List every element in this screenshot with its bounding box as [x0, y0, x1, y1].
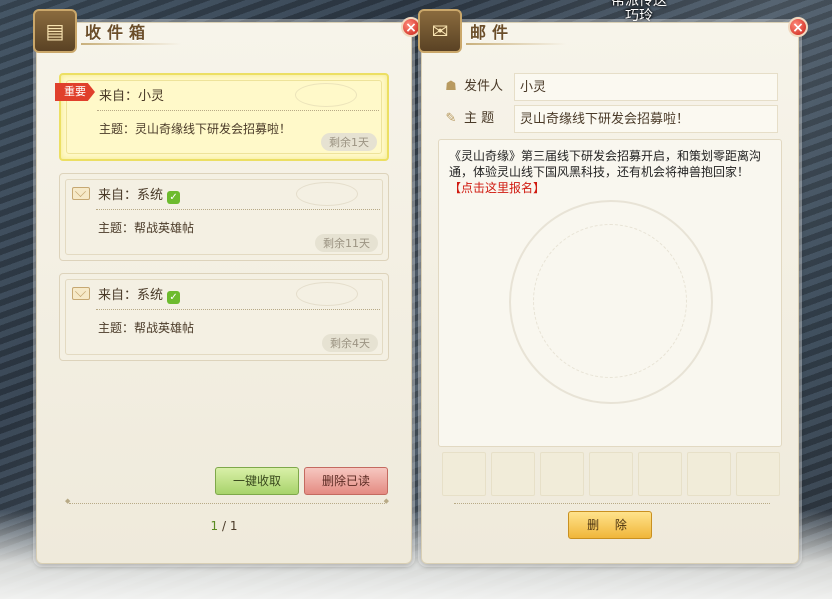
- collect-all-button[interactable]: 一键收取: [215, 467, 299, 495]
- sender-name: 系统: [137, 188, 164, 203]
- mail-panel: ✉ 邮件 × ☗ 发件人 小灵 ✎ 主 题 灵山奇缘线下研发会招募啦！ 《灵山奇缘》…: [418, 9, 808, 564]
- attachment-slot[interactable]: [736, 452, 780, 496]
- mail-title: 邮件: [470, 23, 515, 42]
- inbox-emblem-icon: ▤: [33, 9, 77, 53]
- page-current: 1: [210, 519, 219, 533]
- close-icon: ×: [792, 20, 804, 36]
- subject-field: ✎ 主 题 灵山奇缘线下研发会招募啦！: [444, 105, 778, 133]
- attachment-slot[interactable]: [540, 452, 584, 496]
- from-label: 来自：: [98, 188, 138, 203]
- mail-tab-header: ✉ 邮件: [418, 9, 568, 55]
- remaining-days: 剩余1天: [321, 133, 377, 151]
- mail-subject: 主题：帮战英雄帖: [98, 221, 195, 235]
- verified-check-icon: ✓: [167, 291, 181, 304]
- delete-mail-button[interactable]: 删 除: [568, 511, 652, 539]
- mail-from: 来自：系统 ✓: [98, 284, 181, 304]
- npc-name-banner: 帮派传送 巧玲: [596, 0, 682, 24]
- attachment-slot[interactable]: [638, 452, 682, 496]
- mail-list: 重要 来自：小灵 主题：灵山奇缘线下研发会招募啦！ 剩余1天 来自：系统 ✓ 主题…: [55, 73, 389, 373]
- remaining-days: 剩余11天: [315, 234, 378, 252]
- from-label: 来自：: [98, 288, 138, 303]
- subject-label-text: 主 题: [464, 111, 495, 126]
- pagination: 1 / 1: [37, 519, 411, 533]
- subject-value: 灵山奇缘线下研发会招募啦！: [514, 105, 778, 133]
- dotted-divider: [97, 110, 379, 111]
- page-separator: /: [218, 519, 230, 533]
- mail-body: 《灵山奇缘》第三届线下研发会招募开启，和策划零距离沟通，体验灵山线下国风黑科技，…: [438, 139, 782, 447]
- important-badge: 重要: [55, 83, 95, 101]
- remaining-days: 剩余4天: [322, 334, 378, 352]
- sender-label-text: 发件人: [464, 79, 504, 94]
- close-icon: ×: [405, 20, 417, 36]
- mail-close-button[interactable]: ×: [788, 17, 808, 37]
- page-total: 1: [229, 519, 238, 533]
- signup-link[interactable]: 【点击这里报名】: [449, 181, 545, 195]
- mail-from: 来自：小灵: [99, 85, 164, 104]
- mail-subject: 主题：灵山奇缘线下研发会招募啦！: [99, 122, 292, 136]
- delete-read-button[interactable]: 删除已读: [304, 467, 388, 495]
- mail-body-text: 《灵山奇缘》第三届线下研发会招募开启，和策划零距离沟通，体验灵山线下国风黑科技，…: [449, 148, 767, 196]
- mail-list-item[interactable]: 重要 来自：小灵 主题：灵山奇缘线下研发会招募啦！ 剩余1天: [55, 73, 389, 161]
- brush-icon: ✎: [445, 111, 457, 126]
- attachment-slot[interactable]: [442, 452, 486, 496]
- scroll-emblem-icon: ✉: [418, 9, 462, 53]
- sender-name: 系统: [137, 288, 164, 303]
- mail-from: 来自：系统 ✓: [98, 184, 181, 204]
- footer-divider: [454, 503, 770, 504]
- tab-underline: [466, 43, 566, 45]
- mail-subject: 主题：帮战英雄帖: [98, 321, 195, 335]
- body-text: 《灵山奇缘》第三届线下研发会招募开启，和策划零距离沟通，体验灵山线下国风黑科技，…: [449, 149, 762, 179]
- inbox-panel: ▤ 收件箱 × 重要 来自：小灵 主题：灵山奇缘线下研发会招募啦！ 剩余1天 来…: [33, 9, 421, 564]
- decorative-cloud: [296, 182, 358, 206]
- verified-check-icon: ✓: [167, 191, 181, 204]
- inbox-tab-header: ▤ 收件箱: [33, 9, 183, 55]
- sender-field: ☗ 发件人 小灵: [444, 73, 778, 101]
- attachment-slot[interactable]: [589, 452, 633, 496]
- attachment-slot[interactable]: [687, 452, 731, 496]
- watermark-emblem: [509, 200, 713, 404]
- from-label: 来自：: [99, 89, 139, 104]
- mail-list-item[interactable]: 来自：系统 ✓ 主题：帮战英雄帖 剩余4天: [59, 273, 389, 361]
- envelope-icon: [72, 187, 90, 200]
- envelope-icon: [72, 287, 90, 300]
- footer-divider: [65, 497, 389, 505]
- dotted-divider: [96, 209, 380, 210]
- decorative-cloud: [296, 282, 358, 306]
- decorative-cloud: [295, 83, 357, 107]
- person-icon: ☗: [445, 79, 457, 94]
- mail-list-item[interactable]: 来自：系统 ✓ 主题：帮战英雄帖 剩余11天: [59, 173, 389, 261]
- sender-field-label: ☗ 发件人: [444, 73, 512, 101]
- sender-value: 小灵: [514, 73, 778, 101]
- inbox-title: 收件箱: [85, 23, 152, 42]
- attachment-slot[interactable]: [491, 452, 535, 496]
- dotted-divider: [96, 309, 380, 310]
- subject-field-label: ✎ 主 题: [444, 105, 512, 133]
- sender-name: 小灵: [138, 89, 165, 104]
- tab-underline: [81, 43, 181, 45]
